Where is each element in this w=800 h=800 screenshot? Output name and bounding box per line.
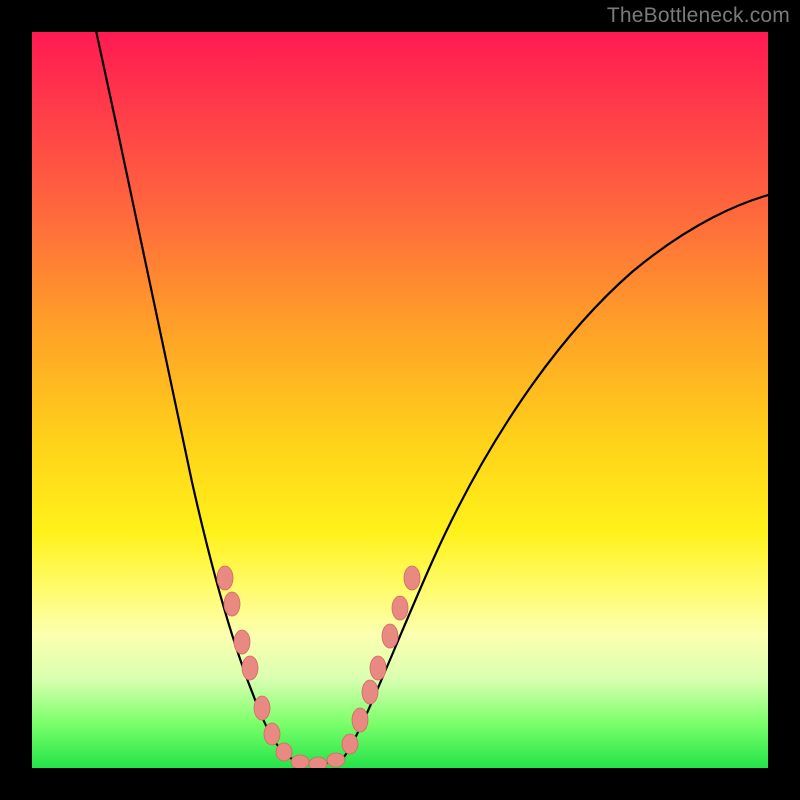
curve-right xyxy=(344,194,768,757)
plot-area xyxy=(32,32,768,768)
watermark-label: TheBottleneck.com xyxy=(607,4,790,28)
curve-left xyxy=(92,32,288,757)
curve-layer xyxy=(32,32,768,768)
chart-root: TheBottleneck.com xyxy=(0,0,800,800)
datapoint-markers xyxy=(217,566,420,768)
